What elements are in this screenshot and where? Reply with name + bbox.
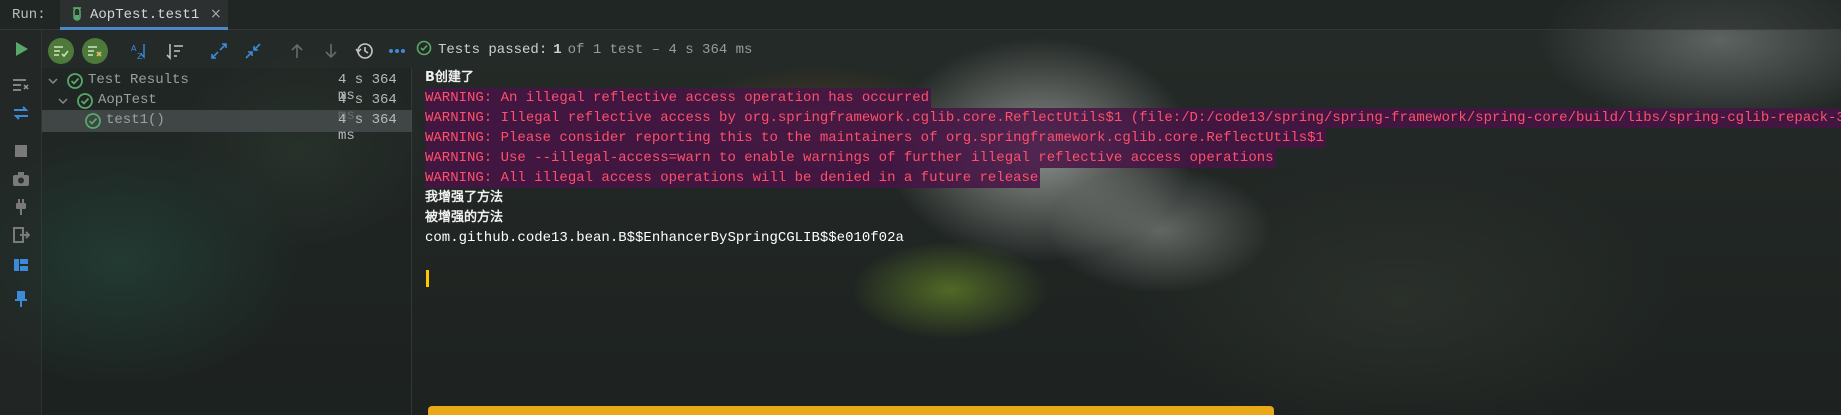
layout-icon[interactable] [10,254,32,276]
soft-wrap-icon[interactable] [10,74,32,96]
expand-all-icon[interactable] [206,38,232,64]
console-line-warning: WARNING: Use --illegal-access=warn to en… [425,148,1276,168]
status-count: 1 [553,42,562,58]
status-label: Tests passed: [438,42,548,58]
run-tool-header: Run: AopTest.test1 × [0,0,1841,30]
run-label: Run: [12,7,46,23]
stop-icon[interactable] [10,140,32,162]
test-tree: Test Results 4 s 364 ms AopTest 4 s 364 … [42,68,412,415]
run-icon[interactable] [10,38,32,60]
tab-aoptest-test1[interactable]: AopTest.test1 × [60,0,228,30]
tree-row-test-results[interactable]: Test Results 4 s 364 ms [42,70,412,104]
screenshot-icon[interactable] [10,168,32,190]
tree-row-name: test1() [106,112,165,128]
console-line-warning: WARNING: Please consider reporting this … [425,128,1326,148]
console-line-stdout: B创建了 [425,70,474,85]
console-output[interactable]: B创建了 WARNING: An illegal reflective acce… [413,68,1841,415]
show-ignored-icon[interactable] [82,38,108,64]
rerun-failed-icon[interactable] [10,102,32,124]
passed-check-icon [84,112,102,130]
history-icon[interactable] [352,38,378,64]
show-passed-icon[interactable] [48,38,74,64]
next-failed-icon[interactable] [318,38,344,64]
status-detail: of 1 test – 4 s 364 ms [567,42,753,58]
console-line-stdout: 被增强的方法 [425,210,504,225]
exit-icon[interactable] [10,224,32,246]
chevron-down-icon[interactable] [56,94,70,108]
plug-icon[interactable] [10,196,32,218]
console-line-stdout: com.github.code13.bean.B$$EnhancerBySpri… [425,230,904,246]
console-line-warning: WARNING: An illegal reflective access op… [425,88,932,108]
close-icon[interactable]: × [210,6,222,22]
tree-row-name: AopTest [98,92,157,108]
console-line-stdout: 我增强了方法 [425,190,504,205]
tree-row-aoptest[interactable]: AopTest 4 s 364 ms [42,90,412,124]
more-icon[interactable] [384,38,410,64]
text-caret [426,270,429,287]
console-line-warning: WARNING: Illegal reflective access by or… [425,108,1841,128]
test-status: Tests passed: 1 of 1 test – 4 s 364 ms [416,38,752,62]
chevron-down-icon[interactable] [46,74,60,88]
sort-duration-icon[interactable] [162,38,188,64]
horizontal-scrollbar[interactable] [428,406,1274,415]
tree-row-time: 4 s 364 ms [338,112,397,144]
console-line-warning: WARNING: All illegal access operations w… [425,168,1041,188]
tab-label: AopTest.test1 [90,7,200,23]
test-tube-icon [70,7,84,23]
passed-check-icon [66,72,84,90]
pin-icon[interactable] [10,288,32,310]
sort-alpha-icon[interactable]: AZ [126,38,152,64]
tree-row-test1[interactable]: test1() 4 s 364 ms [42,110,412,144]
prev-failed-icon[interactable] [284,38,310,64]
collapse-all-icon[interactable] [240,38,266,64]
tree-row-name: Test Results [88,72,189,88]
check-circle-icon [416,40,432,61]
passed-check-icon [76,92,94,110]
side-toolbar [0,30,42,415]
